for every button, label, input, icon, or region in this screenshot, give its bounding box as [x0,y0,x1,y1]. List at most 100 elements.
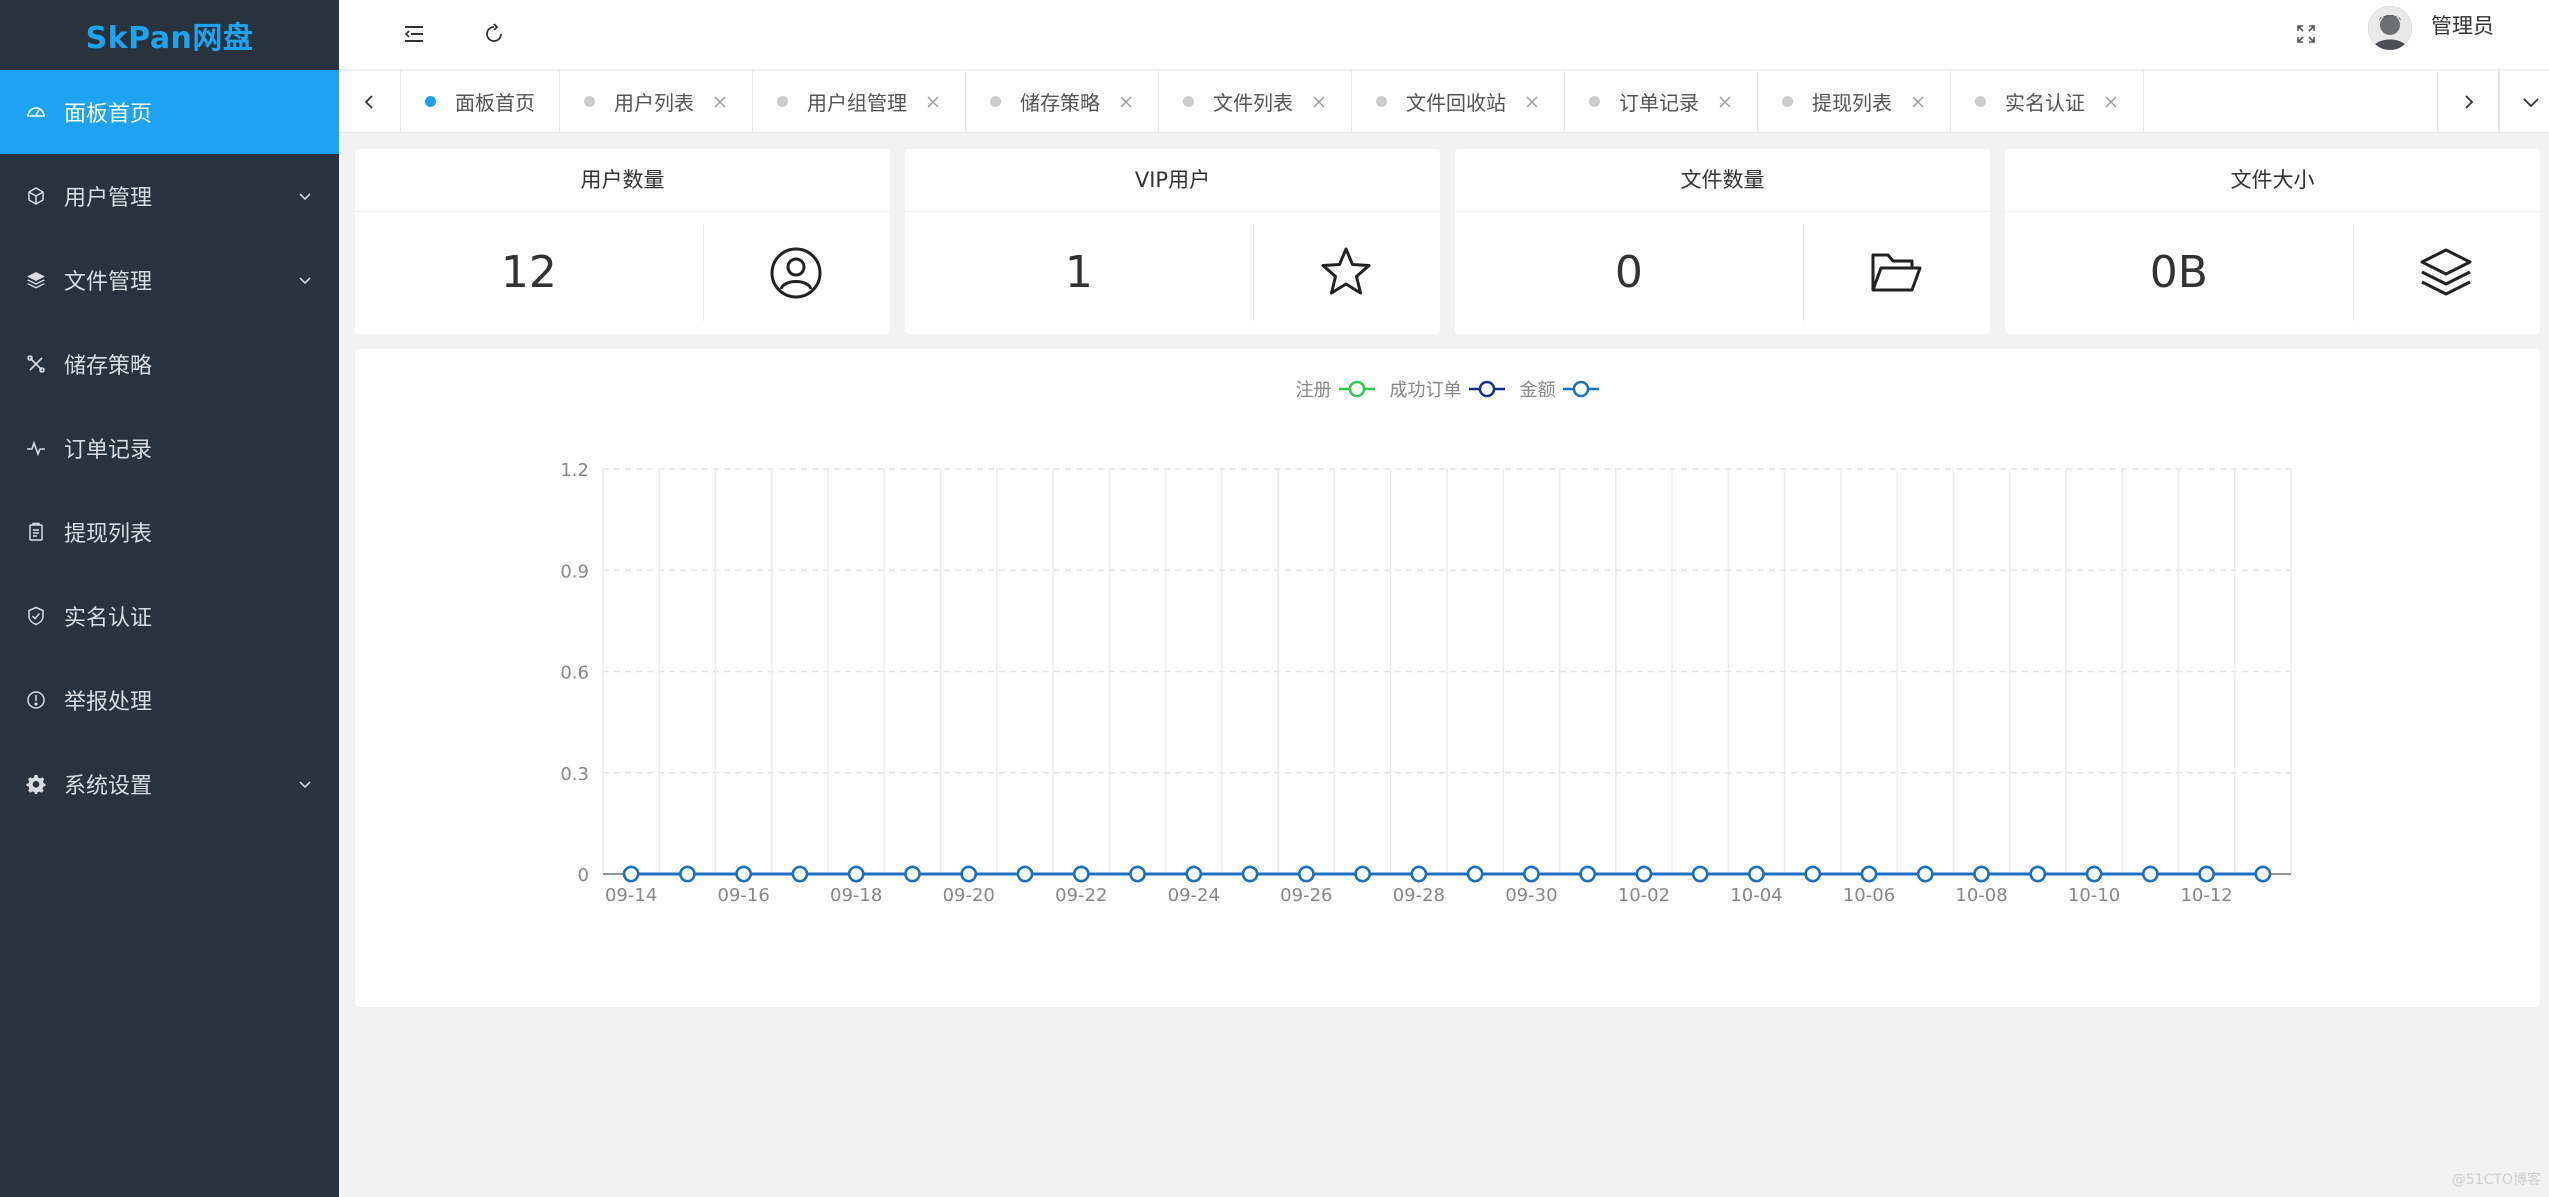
sidebar: SkPan网盘 面板首页 用户管理 文件管理 储存策略 订单记录 提现列表 实名… [0,0,339,1197]
x-tick-label: 10-06 [1843,885,1895,906]
data-point [1804,865,1821,883]
data-point [791,865,809,883]
close-icon[interactable] [1118,94,1134,110]
stat-title: VIP用户 [905,149,1440,212]
tab-status-dot [1589,96,1600,107]
top-header: 管理员 [339,0,2549,70]
data-point [1973,865,1990,883]
clipboard-icon [24,520,48,544]
stat-value: 0 [1614,247,1643,298]
tab-label: 用户组管理 [807,91,907,115]
x-tick-label: 09-22 [1055,885,1107,906]
sidebar-item-label: 文件管理 [64,270,153,295]
tabs-menu-dropdown[interactable] [2499,71,2549,132]
layers-icon [2353,212,2540,333]
shield-check-icon [24,604,48,628]
collapse-menu-button[interactable] [392,12,436,56]
gear-icon [24,772,48,796]
sidebar-item-report-handling[interactable]: 举报处理 [0,658,339,742]
tabs-scroll-right-button[interactable] [2437,71,2499,132]
y-tick-label: 0.9 [560,561,589,582]
tab-file-recycle-bin[interactable]: 文件回收站 [1352,71,1565,132]
tab-label: 用户列表 [614,91,694,115]
data-point [1129,865,1146,883]
data-point [960,865,977,883]
fullscreen-button[interactable] [2284,12,2328,56]
x-tick-label: 09-18 [830,885,882,906]
data-point [1860,865,1878,883]
sidebar-item-dashboard[interactable]: 面板首页 [0,70,339,154]
data-point [2029,865,2047,883]
chevron-left-icon [364,94,373,109]
dashboard-icon [24,100,48,124]
data-point [904,865,921,883]
close-icon[interactable] [925,94,941,110]
tab-user-group-management[interactable]: 用户组管理 [753,71,966,132]
chevron-down-icon [2522,97,2539,107]
close-icon[interactable] [1910,94,1926,110]
close-icon[interactable] [1717,94,1733,110]
tab-storage-policy[interactable]: 储存策略 [966,71,1159,132]
tabs-scroll-left-button[interactable] [339,71,401,132]
watermark: @51CTO博客 [2451,1172,2541,1188]
sidebar-item-storage-policy[interactable]: 储存策略 [0,322,339,406]
tab-label: 订单记录 [1619,91,1699,115]
tools-icon [24,352,48,376]
sidebar-item-label: 面板首页 [64,102,153,127]
sidebar-item-real-name-auth[interactable]: 实名认证 [0,574,339,658]
data-point [679,865,696,883]
sidebar-item-order-records[interactable]: 订单记录 [0,406,339,490]
sidebar-item-system-settings[interactable]: 系统设置 [0,742,339,826]
tabs-list: 面板首页 用户列表 用户组管理 储存策略 文件列表 文件回收站 订单记录 提现列… [401,71,2144,132]
x-tick-label: 10-02 [1618,885,1670,906]
y-tick-label: 0 [578,865,589,886]
user-name[interactable]: 管理员 [2431,12,2494,40]
x-tick-label: 09-28 [1393,885,1445,906]
x-tick-label: 10-08 [1955,885,2007,906]
sidebar-item-file-management[interactable]: 文件管理 [0,238,339,322]
close-icon[interactable] [2103,94,2119,110]
tabs-bar: 面板首页 用户列表 用户组管理 储存策略 文件列表 文件回收站 订单记录 提现列… [339,71,2549,133]
data-point [1466,865,1484,883]
tab-status-dot [584,96,595,107]
refresh-button[interactable] [472,12,516,56]
sidebar-item-label: 提现列表 [64,522,153,547]
x-tick-label: 10-10 [2068,885,2120,906]
x-tick-label: 09-26 [1280,885,1332,906]
sidebar-item-label: 举报处理 [64,690,153,715]
tab-real-name-auth[interactable]: 实名认证 [1951,71,2144,132]
user-circle-icon [703,212,890,333]
close-icon[interactable] [712,94,728,110]
data-point [1241,865,1259,883]
tab-label: 面板首页 [455,91,535,115]
tab-label: 提现列表 [1812,91,1892,115]
x-tick-label: 09-16 [718,885,770,906]
x-tick-label: 10-12 [2180,885,2232,906]
tab-label: 实名认证 [2005,91,2085,115]
y-tick-label: 0.6 [560,663,589,684]
tab-status-dot [777,96,788,107]
data-point [1410,865,1428,883]
tab-dashboard[interactable]: 面板首页 [401,71,560,132]
star-icon [1253,212,1440,333]
stat-card-vip-users: VIP用户 1 [905,149,1440,334]
data-point [1073,865,1090,883]
chevron-down-icon [299,193,311,201]
tab-order-records[interactable]: 订单记录 [1565,71,1758,132]
tab-withdrawal-list[interactable]: 提现列表 [1758,71,1951,132]
avatar[interactable] [2368,6,2412,50]
app-logo[interactable]: SkPan网盘 [0,0,339,70]
close-icon[interactable] [1524,94,1540,110]
close-icon[interactable] [1311,94,1327,110]
tab-file-list[interactable]: 文件列表 [1159,71,1352,132]
stat-value: 0B [2149,247,2208,298]
sidebar-item-withdrawal-list[interactable]: 提现列表 [0,490,339,574]
tab-user-list[interactable]: 用户列表 [560,71,753,132]
stat-card-users: 用户数量 12 [355,149,890,334]
sidebar-item-user-management[interactable]: 用户管理 [0,154,339,238]
y-tick-label: 0.3 [560,764,589,785]
data-point [1917,865,1934,883]
sidebar-item-label: 系统设置 [64,774,153,799]
data-point [1691,865,1709,883]
sidebar-item-label: 订单记录 [64,438,153,463]
